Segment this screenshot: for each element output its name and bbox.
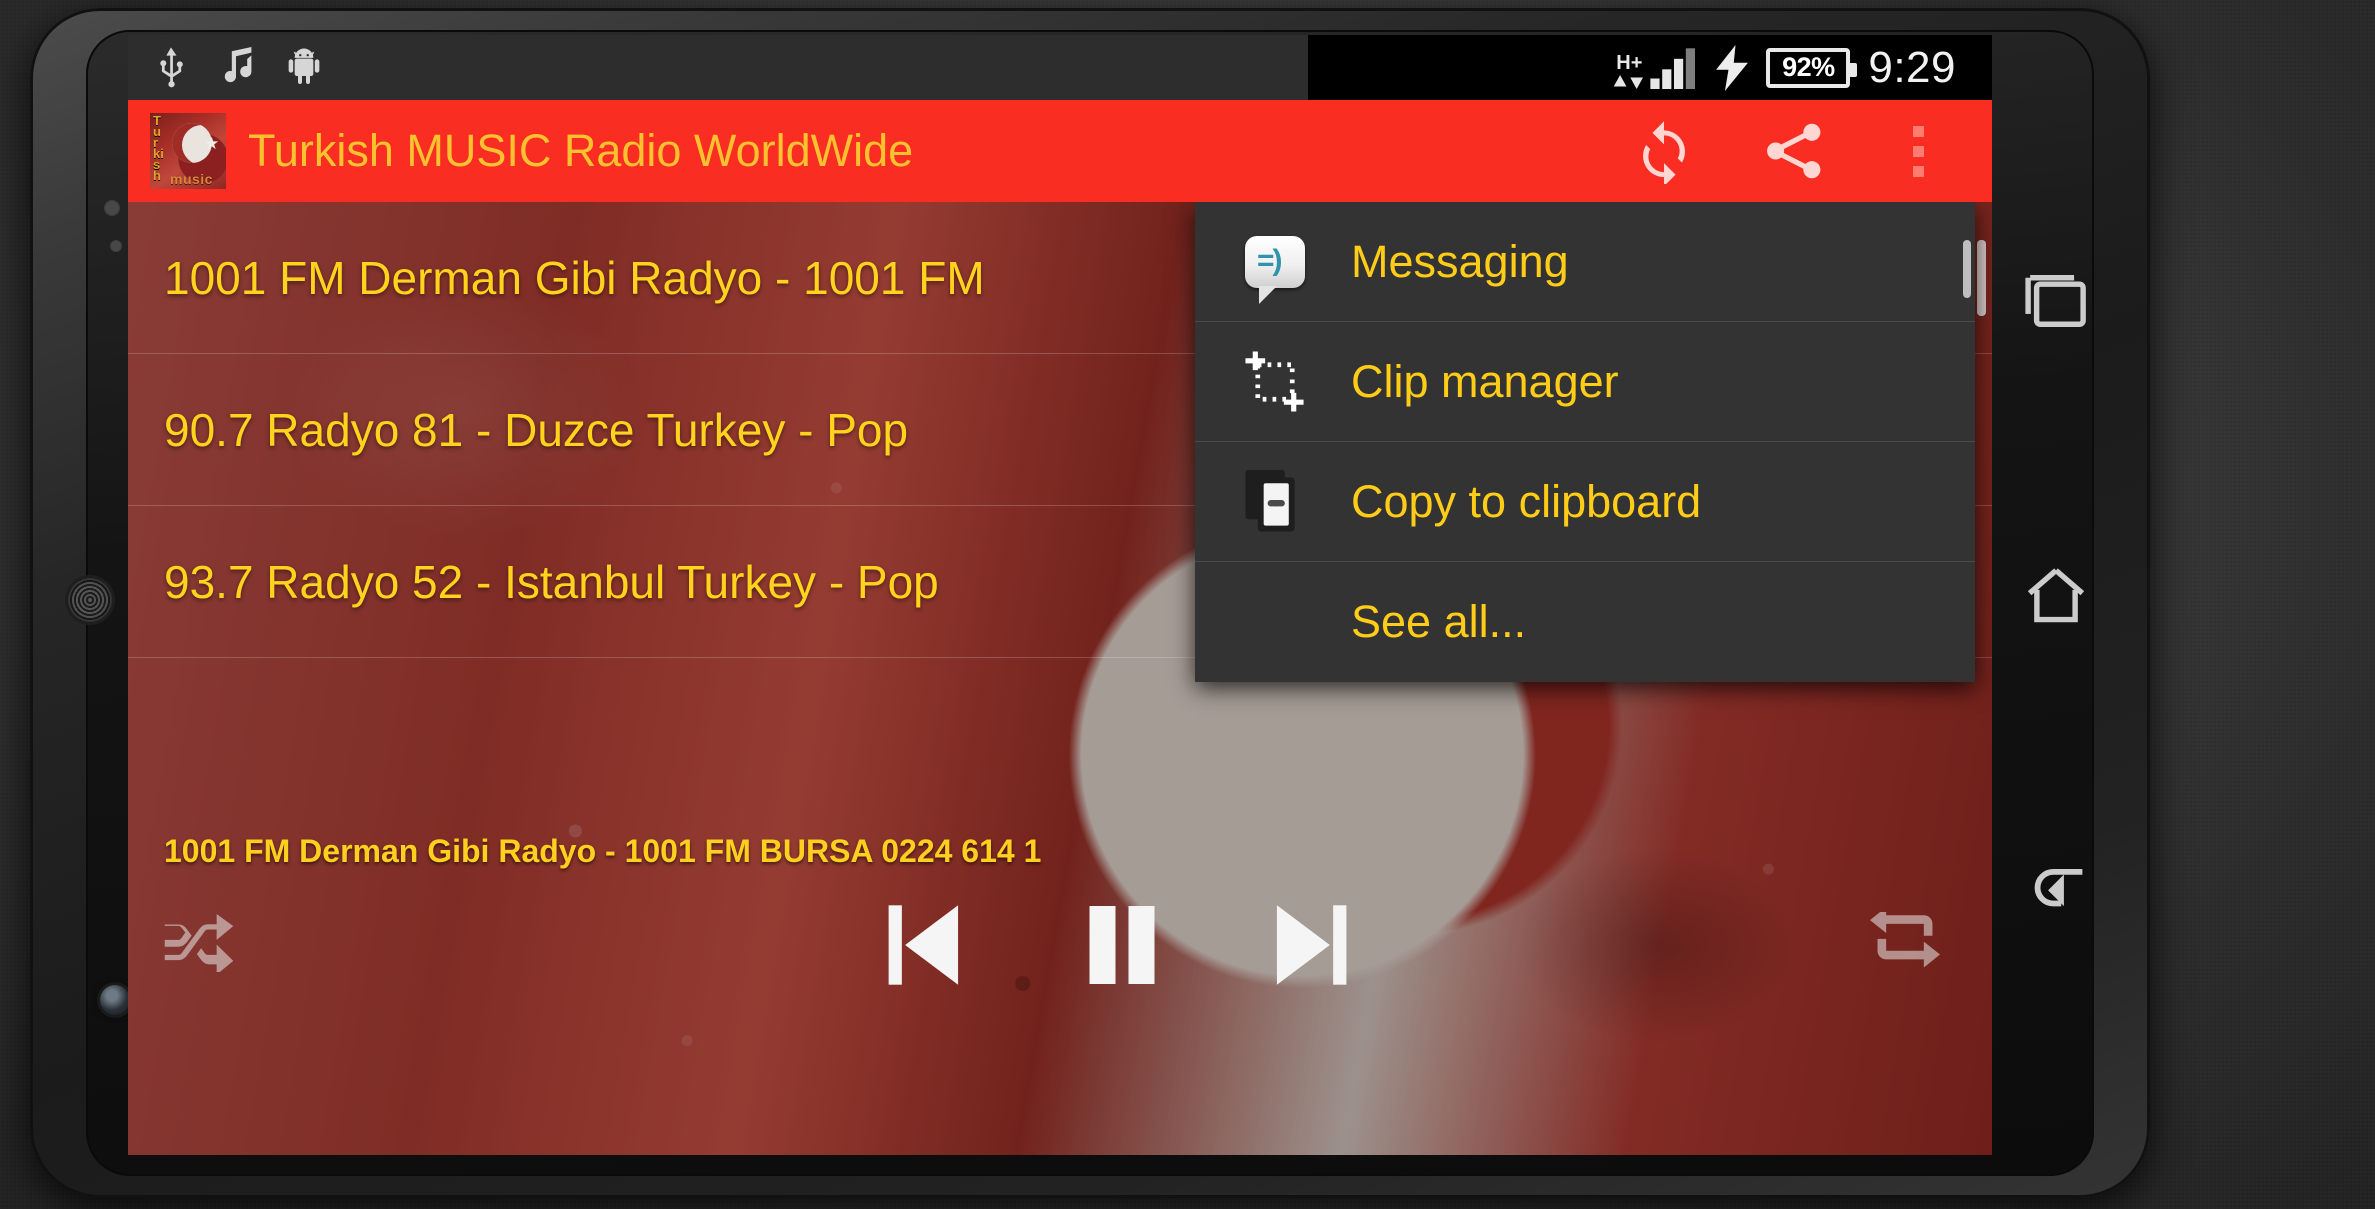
music-note-icon [224,46,252,82]
recents-icon[interactable] [2025,272,2087,330]
battery-percent-label: 92% [1782,52,1835,82]
list-scrollbar[interactable] [1977,240,1986,316]
pause-icon[interactable] [1083,902,1161,988]
home-icon[interactable] [2024,564,2088,626]
repeat-icon[interactable] [1870,912,1940,968]
front-camera [100,985,130,1015]
now-playing-ticker: 1001 FM Derman Gibi Radyo - 1001 FM BURS… [128,822,1992,880]
station-name: 93.7 Radyo 52 - Istanbul Turkey - Pop [164,555,939,608]
menu-item-label: Clip manager [1351,355,1619,407]
menu-item-messaging[interactable]: =) Messaging [1195,202,1975,322]
menu-item-clip-manager[interactable]: Clip manager [1195,322,1975,442]
main-content: 1001 FM Derman Gibi Radyo - 1001 FM 90.7… [128,202,1992,1155]
app-title: Turkish MUSIC Radio WorldWide [248,125,914,176]
clock-label: 9:29 [1868,42,1956,92]
app-bar-actions [1631,118,1992,184]
menu-item-label: See all... [1351,596,1527,647]
earpiece-speaker [68,578,112,622]
skip-next-icon[interactable] [1273,902,1347,988]
more-vertical-icon[interactable] [1891,120,1946,183]
charging-bolt-icon [1716,44,1749,91]
usb-icon [160,46,183,87]
logo-word-vertical: Turkish [153,113,164,183]
android-icon [288,48,320,84]
popup-scrollbar[interactable] [1963,240,1971,298]
navigation-bar [1992,35,2120,1155]
player-controls [128,892,1992,1012]
network-type-label: H+ [1616,51,1643,74]
skip-previous-icon[interactable] [888,902,962,988]
star-shape: ★ [204,134,220,153]
menu-item-see-all[interactable]: See all... [1195,562,1975,682]
battery-indicator: 92% [1766,47,1858,88]
status-bar-left [128,35,1308,100]
menu-item-copy-to-clipboard[interactable]: Copy to clipboard [1195,442,1975,562]
refresh-icon[interactable] [1631,118,1697,184]
proximity-sensor [104,200,120,216]
status-bar-right: H+ 92% 9:29 [1308,35,1992,100]
share-popup-menu: =) Messaging Clip manager Copy to clipbo… [1195,202,1975,682]
back-icon[interactable] [2024,860,2088,918]
station-name: 1001 FM Derman Gibi Radyo - 1001 FM [164,251,985,304]
data-arrows-icon [1614,74,1644,89]
menu-item-label: Messaging [1351,235,1569,287]
clip-manager-icon [1241,348,1309,416]
light-sensor [110,240,122,252]
menu-item-label: Copy to clipboard [1351,475,1702,527]
now-playing-text: 1001 FM Derman Gibi Radyo - 1001 FM BURS… [164,832,1042,869]
app-logo-icon: ★ Turkish music [150,113,226,189]
screenshot-root: H+ 92% 9:29 ★ Turkish music Turkish MUSI… [0,0,2375,1209]
messaging-icon: =) [1241,228,1309,304]
share-icon[interactable] [1761,118,1827,184]
signal-bars-icon [1650,47,1696,89]
app-bar: ★ Turkish music Turkish MUSIC Radio Worl… [128,100,1992,202]
shuffle-icon[interactable] [164,914,234,972]
station-name: 90.7 Radyo 81 - Duzce Turkey - Pop [164,403,909,456]
phone-screen: H+ 92% 9:29 ★ Turkish music Turkish MUSI… [128,35,1992,1155]
logo-word-music: music [170,171,213,187]
copy-clipboard-icon [1241,468,1309,536]
